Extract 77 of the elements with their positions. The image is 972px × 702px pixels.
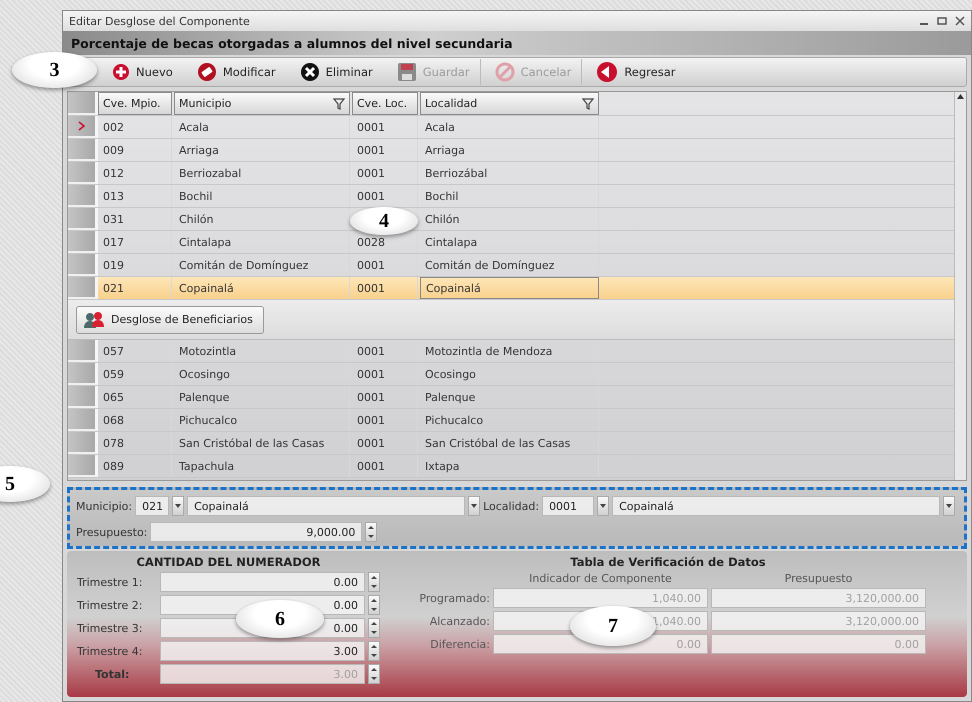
table-cell: Acala bbox=[174, 116, 350, 138]
table-cell: Motozintla bbox=[174, 340, 350, 362]
table-cell: 0001 bbox=[352, 254, 418, 276]
table-cell: 012 bbox=[98, 162, 172, 184]
table-cell: Ocosingo bbox=[420, 363, 599, 385]
table-cell: 0001 bbox=[352, 277, 418, 299]
table-cell: San Cristóbal de las Casas bbox=[174, 432, 350, 454]
column-label: Indicador de Componente bbox=[528, 572, 673, 585]
table-cell: Pichucalco bbox=[174, 409, 350, 431]
table-cell: 089 bbox=[98, 455, 172, 477]
table-cell: Tapachula bbox=[174, 455, 350, 477]
table-cell: 0001 bbox=[352, 386, 418, 408]
table-cell: 078 bbox=[98, 432, 172, 454]
table-cell: Comitán de Domínguez bbox=[420, 254, 599, 276]
field-label: Localidad: bbox=[483, 500, 540, 512]
table-cell: Copainalá bbox=[174, 277, 350, 299]
field-label: Trimestre 4: bbox=[77, 644, 144, 658]
table-cell: 0001 bbox=[352, 432, 418, 454]
table-cell: 059 bbox=[98, 363, 172, 385]
table-cell: 0001 bbox=[352, 116, 418, 138]
table-cell: Bochil bbox=[174, 185, 350, 207]
row-label: Diferencia: bbox=[429, 638, 490, 650]
table-cell: 019 bbox=[98, 254, 172, 276]
table-cell: 021 bbox=[98, 277, 172, 299]
table-cell: 0001 bbox=[352, 409, 418, 431]
field-label: Trimestre 1: bbox=[77, 576, 144, 588]
table-cell: Cintalapa bbox=[420, 231, 599, 253]
field-label: Municipio: bbox=[76, 500, 132, 512]
table-cell: 0001 bbox=[352, 363, 418, 385]
table-cell: Arriaga bbox=[420, 139, 599, 161]
table-cell: Chilón bbox=[174, 208, 350, 230]
table-cell: San Cristóbal de las Casas bbox=[420, 432, 599, 454]
section-header: Porcentaje de becas otorgadas a alumnos del nivel secundaria bbox=[63, 31, 971, 55]
table-cell: Copainalá bbox=[420, 277, 599, 299]
table-cell: 068 bbox=[98, 409, 172, 431]
table-cell: Chilón bbox=[420, 208, 599, 230]
table-cell: 031 bbox=[98, 208, 172, 230]
field-label: Trimestre 3: bbox=[77, 622, 144, 634]
table-cell: Ocosingo bbox=[174, 363, 350, 385]
callout-tooltip: 3 bbox=[12, 52, 97, 88]
readonly-field: 3,120,000.00 bbox=[711, 588, 926, 608]
table-cell: Palenque bbox=[174, 386, 350, 408]
readonly-field: 0.00 bbox=[711, 634, 926, 654]
table-cell: 065 bbox=[98, 386, 172, 408]
table-cell: Motozintla de Mendoza bbox=[420, 340, 599, 362]
row-label: Programado: bbox=[418, 592, 490, 604]
table-cell: Arriaga bbox=[174, 139, 350, 161]
table-cell: Palenque bbox=[420, 386, 599, 408]
section-title: CANTIDAD DEL NUMERADOR bbox=[135, 555, 322, 569]
field-label: Presupuesto: bbox=[76, 526, 148, 538]
table-cell: 009 bbox=[98, 139, 172, 161]
table-cell: 0001 bbox=[352, 340, 418, 362]
table-cell: Acala bbox=[420, 116, 599, 138]
table-cell: 0001 bbox=[352, 455, 418, 477]
input-field: 3.00 bbox=[160, 664, 365, 684]
callout-tooltip: 5 bbox=[0, 466, 50, 502]
table-cell: Berriozabal bbox=[174, 162, 350, 184]
window-title: Editar Desglose del Componente bbox=[69, 14, 250, 28]
table-cell: Pichucalco bbox=[420, 409, 599, 431]
field-label: Total: bbox=[94, 668, 130, 680]
table-cell: Berriozábal bbox=[420, 162, 599, 184]
readonly-field: 3,120,000.00 bbox=[711, 611, 926, 631]
table-cell: 002 bbox=[98, 116, 172, 138]
readonly-field: 1,040.00 bbox=[493, 588, 708, 608]
column-label: Presupuesto bbox=[784, 572, 854, 585]
table-cell: Ixtapa bbox=[420, 455, 599, 477]
table-cell: 017 bbox=[98, 231, 172, 253]
section-title: Tabla de Verificación de Datos bbox=[569, 555, 767, 569]
table-cell: Comitán de Domínguez bbox=[174, 254, 350, 276]
row-label: Alcanzado: bbox=[428, 614, 490, 628]
table-cell: 0001 bbox=[352, 162, 418, 184]
field-label: Trimestre 2: bbox=[77, 598, 144, 612]
table-cell: Cintalapa bbox=[174, 231, 350, 253]
table-cell: 0001 bbox=[352, 139, 418, 161]
table-cell: 057 bbox=[98, 340, 172, 362]
table-cell: 013 bbox=[98, 185, 172, 207]
table-cell: Bochil bbox=[420, 185, 599, 207]
